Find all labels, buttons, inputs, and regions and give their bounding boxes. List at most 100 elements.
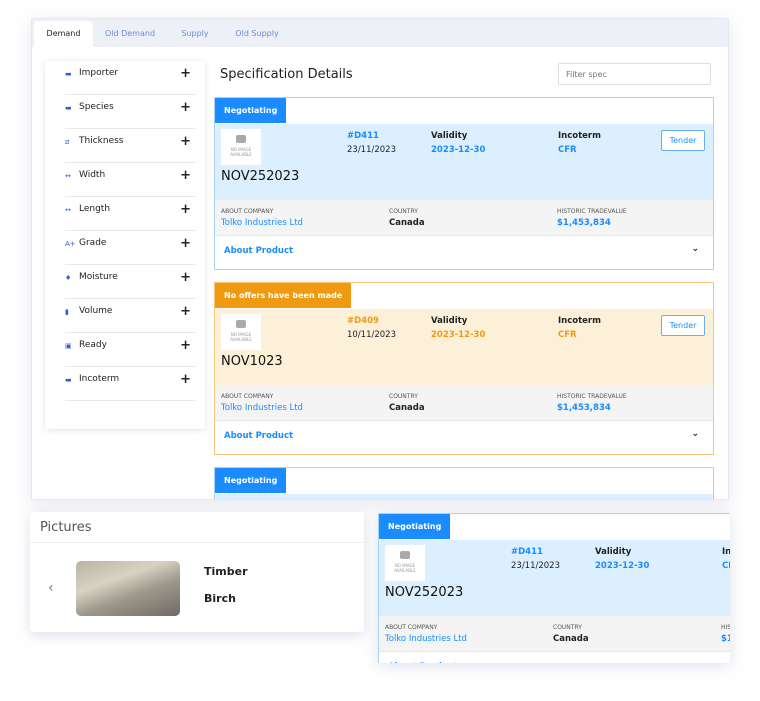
country-label: COUNTRY (553, 624, 582, 631)
sidebar-item-label: Grade (79, 238, 107, 248)
plus-icon[interactable]: + (180, 304, 191, 319)
demand-panel: Demand Old Demand Supply Old Supply ▬ Imp… (31, 18, 729, 500)
validity-value: 2023-12-30 (431, 330, 486, 340)
sidebar-item-width[interactable]: ↔ Width + (65, 163, 195, 197)
sidebar-item-importer[interactable]: ▬ Importer + (65, 61, 195, 95)
thickness-icon: ⧄ (65, 138, 70, 146)
spec-card[interactable]: Negotiating (214, 467, 714, 499)
plus-icon[interactable]: + (180, 134, 191, 149)
sidebar-item-label: Length (79, 204, 111, 214)
sidebar-item-label: Ready (79, 340, 107, 350)
sidebar-item-species[interactable]: ▬ Species + (65, 95, 195, 129)
card-header: NO IMAGE AVAILABLE NOV252023 #D411 23/11… (215, 124, 713, 200)
chevron-down-icon[interactable]: ⌄ (691, 429, 699, 439)
spec-card[interactable]: Negotiating NO IMAGE AVAILABLE NOV252023… (378, 513, 730, 663)
species-label: Timber (204, 565, 248, 578)
card-header: NO IMAGE AVAILABLE NOV252023 #D411 23/11… (379, 540, 730, 616)
tab-demand[interactable]: Demand (34, 21, 93, 47)
plus-icon[interactable]: + (180, 338, 191, 353)
plus-icon[interactable]: + (180, 236, 191, 251)
sidebar-item-moisture[interactable]: ♦ Moisture + (65, 265, 195, 299)
volume-icon: ▮ (65, 308, 69, 316)
status-badge: Negotiating (215, 98, 287, 123)
validity-label: Validity (595, 547, 632, 557)
sidebar-item-label: Incoterm (79, 374, 120, 384)
divider (30, 542, 364, 543)
spec-card[interactable]: Negotiating NO IMAGE AVAILABLE NOV252023… (214, 97, 714, 270)
sidebar-item-label: Species (79, 102, 114, 112)
spec-code: NOV252023 (221, 169, 300, 184)
demand-date: 10/11/2023 (347, 330, 396, 340)
spec-code: NOV1023 (221, 354, 283, 369)
pictures-title: Pictures (40, 520, 92, 535)
plus-icon[interactable]: + (180, 372, 191, 387)
calendar-icon: ▣ (65, 342, 72, 350)
width-icon: ↔ (65, 172, 71, 180)
about-product-toggle[interactable]: About Product (388, 662, 457, 663)
plus-icon[interactable]: + (180, 100, 191, 115)
plus-icon[interactable]: + (180, 202, 191, 217)
sidebar-item-length[interactable]: ↔ Length + (65, 197, 195, 231)
flag-icon: ▬ (65, 376, 72, 384)
no-image-placeholder: NO IMAGE AVAILABLE (221, 129, 261, 165)
tender-button[interactable]: Tender (661, 315, 705, 336)
chevron-left-icon[interactable]: ‹ (48, 580, 54, 596)
sidebar-item-ready[interactable]: ▣ Ready + (65, 333, 195, 367)
company-info: ABOUT COMPANY Tolko Industries Ltd COUNT… (215, 200, 713, 236)
no-image-placeholder: NO IMAGE AVAILABLE (385, 545, 425, 581)
country-label: COUNTRY (389, 393, 418, 400)
sidebar-item-grade[interactable]: A+ Grade + (65, 231, 195, 265)
grade-icon: A+ (65, 240, 76, 248)
validity-value: 2023-12-30 (431, 145, 486, 155)
historic-label: HISTORIC TRADEVALUE (557, 208, 627, 215)
status-badge: No offers have been made (215, 283, 352, 308)
demand-date: 23/11/2023 (511, 561, 560, 571)
spec-code: NOV252023 (385, 585, 464, 600)
camera-icon (236, 135, 246, 143)
camera-icon (236, 320, 246, 328)
page-title: Specification Details (220, 67, 353, 82)
length-icon: ↔ (65, 206, 71, 214)
tender-button[interactable]: Tender (661, 130, 705, 151)
demand-id[interactable]: #D411 (347, 131, 379, 141)
tradevalue-value: $1,453,834 (721, 634, 730, 644)
demand-date: 23/11/2023 (347, 145, 396, 155)
plus-icon[interactable]: + (180, 168, 191, 183)
chevron-down-icon[interactable]: ⌄ (691, 244, 699, 254)
company-link[interactable]: Tolko Industries Ltd (221, 218, 303, 228)
country-value: Canada (389, 218, 425, 228)
tab-old-supply[interactable]: Old Supply (226, 21, 288, 47)
validity-label: Validity (431, 131, 468, 141)
timber-photo[interactable] (76, 561, 180, 616)
sidebar-item-incoterm[interactable]: ▬ Incoterm + (65, 367, 195, 401)
tab-bar: Demand Old Demand Supply Old Supply (32, 19, 728, 47)
incoterm-value: CFR (558, 145, 577, 155)
flag-icon: ▬ (65, 104, 72, 112)
tab-old-demand[interactable]: Old Demand (96, 21, 164, 47)
card-header (215, 494, 713, 499)
tab-supply[interactable]: Supply (167, 21, 223, 47)
about-product-toggle[interactable]: About Product (224, 246, 293, 256)
company-link[interactable]: Tolko Industries Ltd (221, 403, 303, 413)
status-badge: Negotiating (215, 468, 287, 493)
historic-label: HISTORIC TRADEVALUE (721, 624, 730, 631)
demand-id[interactable]: #D411 (511, 547, 543, 557)
plus-icon[interactable]: + (180, 270, 191, 285)
status-badge: Negotiating (379, 514, 451, 539)
spec-card[interactable]: No offers have been made NO IMAGE AVAILA… (214, 282, 714, 455)
country-label: COUNTRY (389, 208, 418, 215)
company-link[interactable]: Tolko Industries Ltd (385, 634, 467, 644)
demand-id[interactable]: #D409 (347, 316, 379, 326)
plus-icon[interactable]: + (180, 66, 191, 81)
about-product-toggle[interactable]: About Product (224, 431, 293, 441)
filter-spec-input[interactable] (558, 63, 711, 85)
sidebar-item-label: Width (79, 170, 106, 180)
filter-sidebar: ▬ Importer + ▬ Species + ⧄ Thickness + ↔ Width + ↔ Le… (45, 61, 205, 429)
sidebar-item-volume[interactable]: ▮ Volume + (65, 299, 195, 333)
flag-icon: ▬ (65, 70, 72, 78)
tradevalue-value: $1,453,834 (557, 403, 611, 413)
country-value: Canada (553, 634, 589, 644)
company-info: ABOUT COMPANY Tolko Industries Ltd COUNT… (379, 616, 730, 652)
sidebar-item-thickness[interactable]: ⧄ Thickness + (65, 129, 195, 163)
incoterm-value: CFR (558, 330, 577, 340)
